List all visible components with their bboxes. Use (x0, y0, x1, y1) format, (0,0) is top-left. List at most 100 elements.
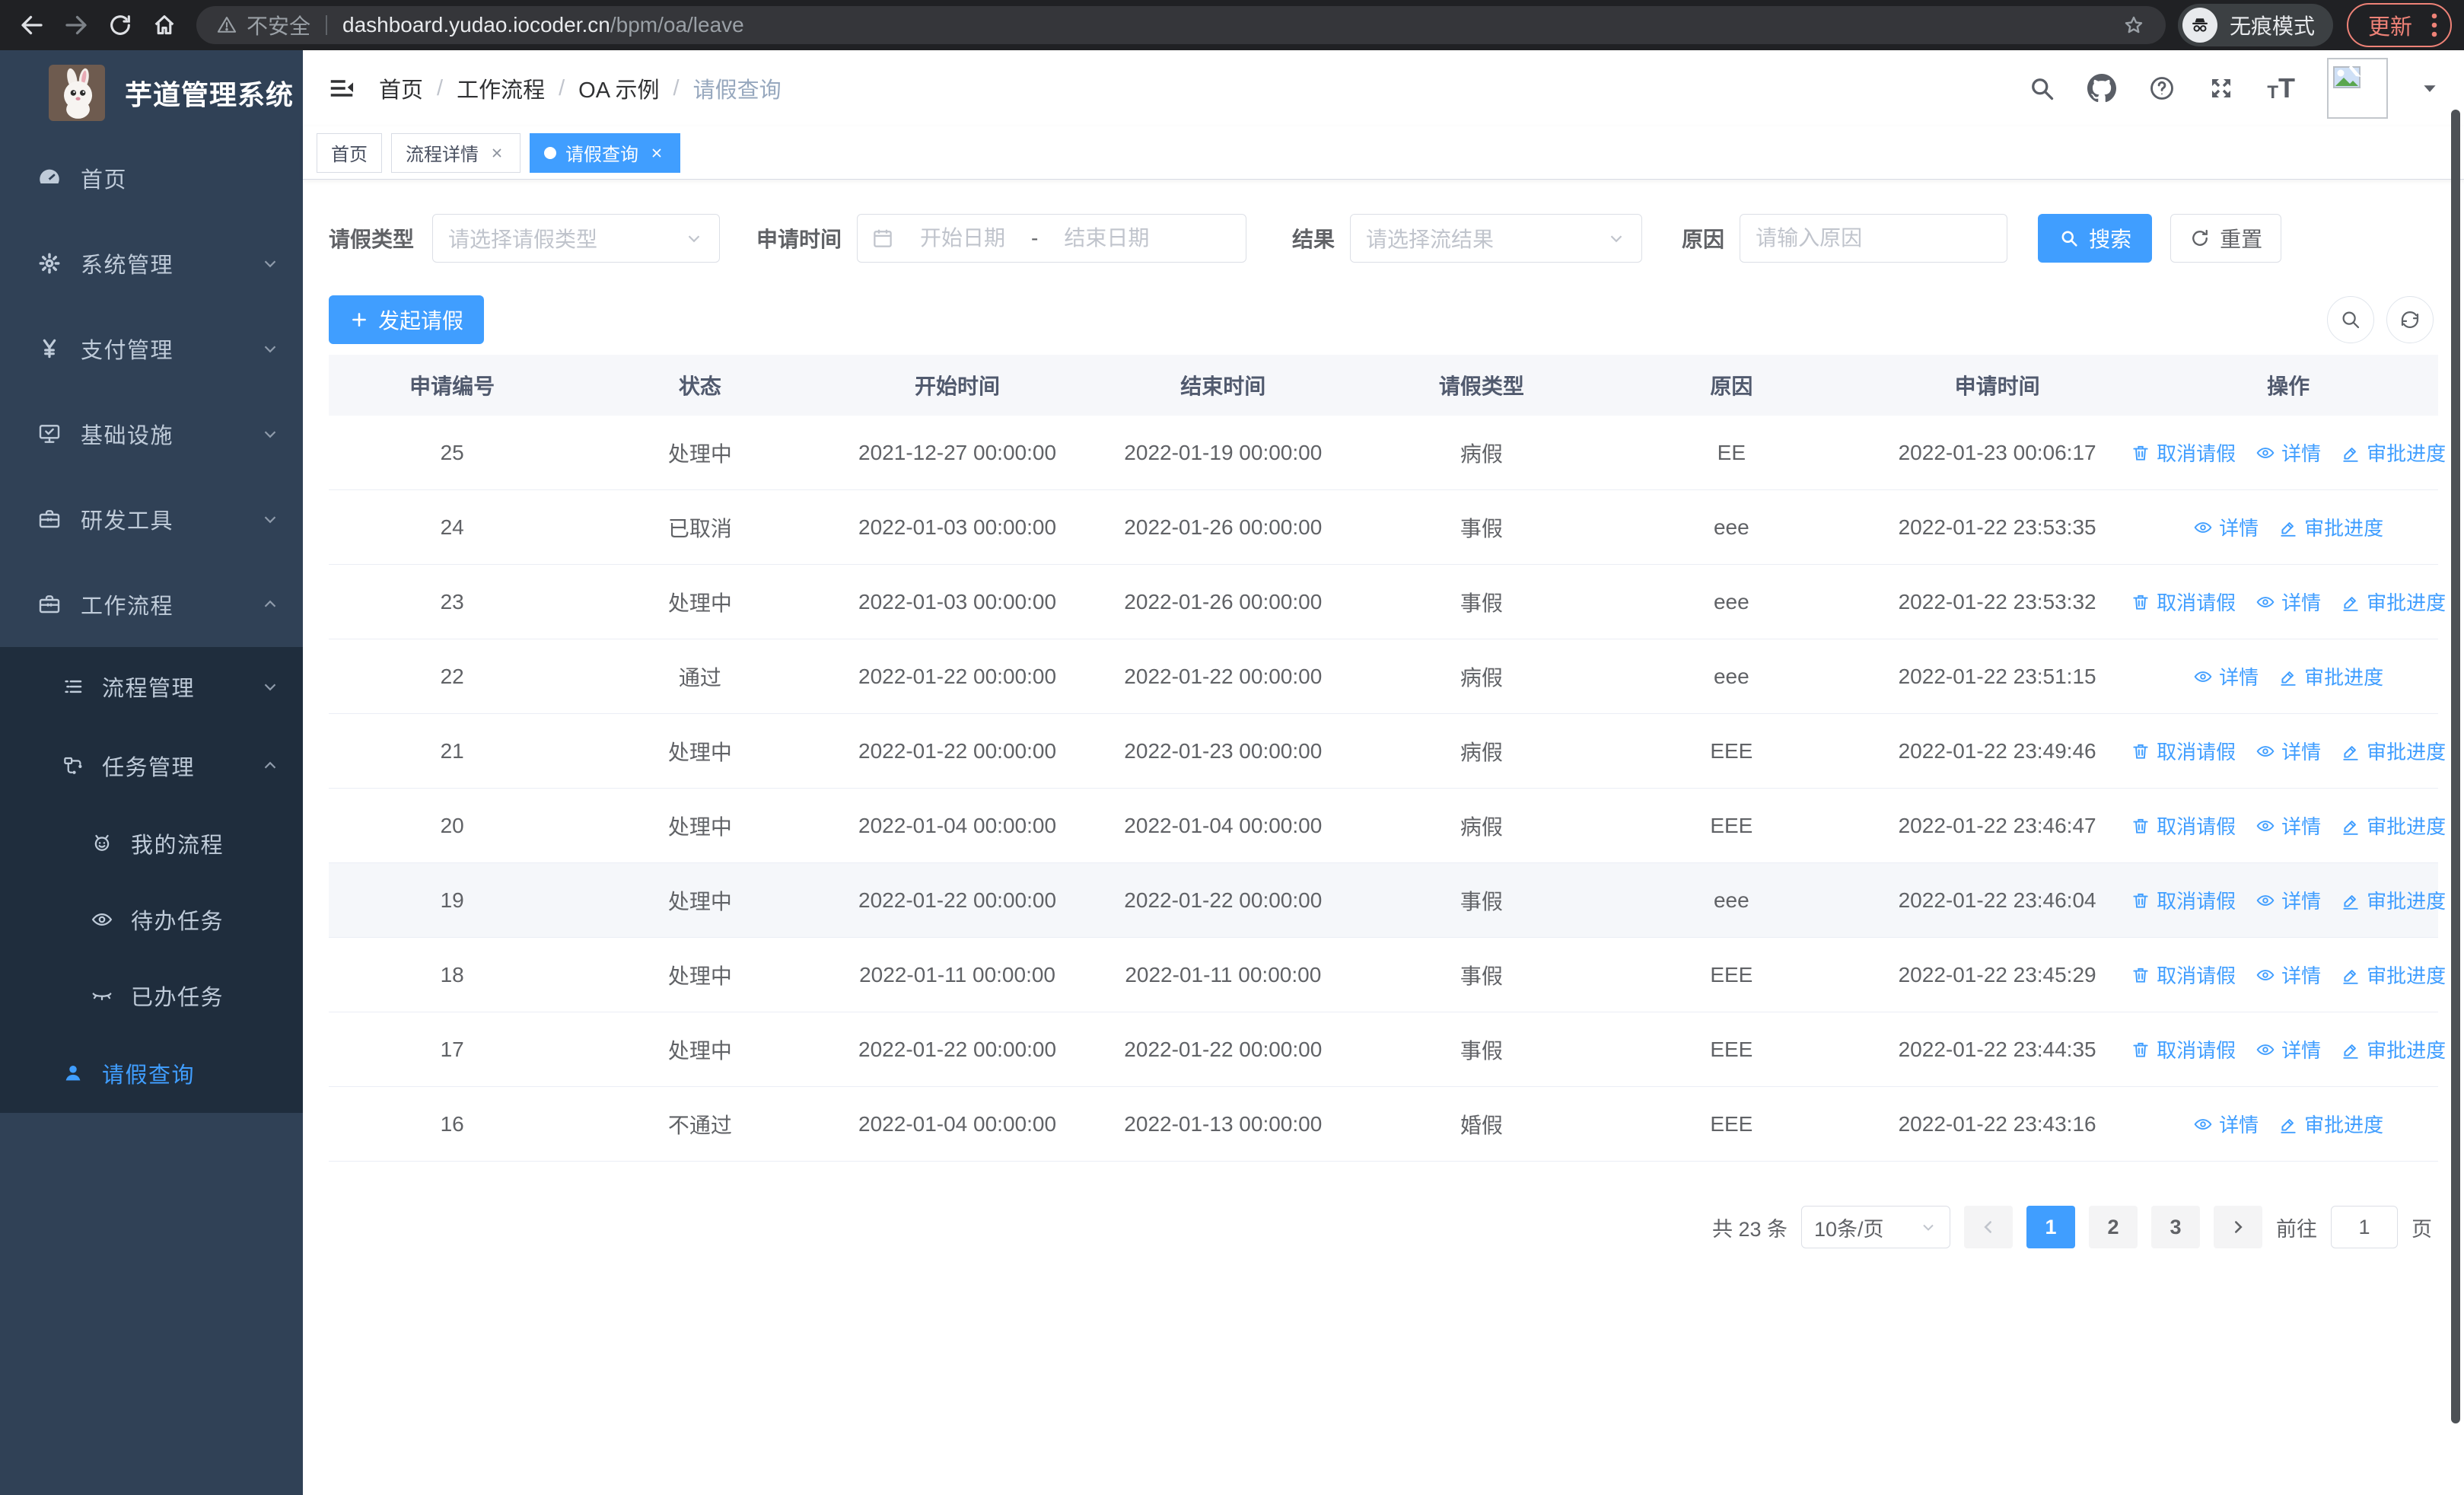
action-cancel[interactable]: 取消请假 (2131, 737, 2236, 765)
search-icon[interactable] (2028, 75, 2055, 102)
action-progress[interactable]: 审批进度 (2341, 811, 2446, 840)
bookmark-star-icon[interactable] (2122, 13, 2146, 37)
table-row[interactable]: 16 不通过 2022-01-04 00:00:00 2022-01-13 00… (329, 1087, 2438, 1162)
action-progress[interactable]: 审批进度 (2341, 588, 2446, 616)
github-icon[interactable] (2087, 74, 2117, 103)
close-icon[interactable] (488, 144, 506, 162)
search-button[interactable]: 搜索 (2038, 214, 2153, 263)
font-size-icon[interactable]: TT (2267, 75, 2295, 102)
sidebar-item-payment[interactable]: 支付管理 (0, 306, 303, 391)
page-button-3[interactable]: 3 (2151, 1206, 2200, 1248)
action-detail[interactable]: 详情 (2255, 1035, 2321, 1063)
page-button-1[interactable]: 1 (2026, 1206, 2075, 1248)
action-detail[interactable]: 详情 (2255, 438, 2321, 467)
table-row[interactable]: 20 处理中 2022-01-04 00:00:00 2022-01-04 00… (329, 789, 2446, 863)
action-cancel[interactable]: 取消请假 (2131, 438, 2236, 467)
table-row[interactable]: 18 处理中 2022-01-11 00:00:00 2022-01-11 00… (329, 938, 2446, 1012)
select-placeholder: 请选择请假类型 (448, 228, 598, 251)
action-detail[interactable]: 详情 (2193, 513, 2259, 541)
action-progress[interactable]: 审批进度 (2341, 1035, 2446, 1063)
result-select[interactable]: 请选择流结果 (1350, 214, 1643, 263)
table-header-row: 申请编号 状态 开始时间 结束时间 请假类型 原因 申请时间 操作 (329, 355, 2438, 416)
close-icon[interactable] (648, 144, 666, 162)
action-cancel[interactable]: 取消请假 (2131, 961, 2236, 989)
sidebar-item-task-mgmt[interactable]: 任务管理 (0, 726, 303, 805)
page-button-2[interactable]: 2 (2089, 1206, 2138, 1248)
scrollbar-thumb[interactable] (2451, 110, 2460, 1423)
action-progress[interactable]: 审批进度 (2341, 961, 2446, 989)
sidebar-item-todo-tasks[interactable]: 待办任务 (0, 881, 303, 958)
sidebar-item-devtools[interactable]: 研发工具 (0, 477, 303, 562)
tag-home[interactable]: 首页 (317, 132, 382, 173)
action-detail[interactable]: 详情 (2193, 662, 2259, 690)
address-bar[interactable]: 不安全 dashboard.yudao.iocoder.cn/bpm/oa/le… (196, 6, 2166, 44)
sidebar-item-leave-query[interactable]: 请假查询 (0, 1034, 303, 1113)
caret-down-icon[interactable] (2420, 78, 2440, 98)
action-progress[interactable]: 审批进度 (2278, 1110, 2383, 1138)
update-chip[interactable]: 更新 (2346, 3, 2452, 47)
action-cancel[interactable]: 取消请假 (2131, 588, 2236, 616)
table-row[interactable]: 19 处理中 2022-01-22 00:00:00 2022-01-22 00… (329, 863, 2446, 938)
table-row[interactable]: 17 处理中 2022-01-22 00:00:00 2022-01-22 00… (329, 1012, 2446, 1087)
forward-icon[interactable] (56, 5, 96, 45)
tag-leave-query[interactable]: 请假查询 (530, 132, 680, 173)
action-cancel[interactable]: 取消请假 (2131, 1035, 2236, 1063)
home-icon[interactable] (145, 5, 184, 45)
sidebar-item-workflow[interactable]: 工作流程 (0, 562, 303, 647)
action-detail[interactable]: 详情 (2255, 588, 2321, 616)
search-toggle-icon[interactable] (2327, 296, 2374, 343)
back-icon[interactable] (12, 5, 52, 45)
reason-input[interactable] (1740, 214, 2008, 263)
action-progress[interactable]: 审批进度 (2341, 438, 2446, 467)
action-progress[interactable]: 审批进度 (2341, 886, 2446, 914)
action-progress[interactable]: 审批进度 (2341, 737, 2446, 765)
reset-button[interactable]: 重置 (2170, 214, 2282, 263)
action-detail[interactable]: 详情 (2255, 886, 2321, 914)
reload-icon[interactable] (100, 5, 140, 45)
start-date-input[interactable] (902, 226, 1024, 250)
sidebar-item-home[interactable]: 首页 (0, 135, 303, 221)
action-detail[interactable]: 详情 (2255, 811, 2321, 840)
sidebar-item-done-tasks[interactable]: 已办任务 (0, 958, 303, 1034)
refresh-table-icon[interactable] (2386, 296, 2434, 343)
action-cancel[interactable]: 取消请假 (2131, 886, 2236, 914)
app-logo[interactable]: 芋道管理系统 (0, 50, 303, 135)
action-progress[interactable]: 审批进度 (2278, 513, 2383, 541)
update-label[interactable]: 更新 (2368, 9, 2412, 41)
end-date-input[interactable] (1046, 226, 1168, 250)
apply-time-range-picker[interactable]: - (857, 214, 1247, 263)
sidebar-item-process-mgmt[interactable]: 流程管理 (0, 647, 303, 726)
help-icon[interactable] (2148, 75, 2176, 102)
action-detail[interactable]: 详情 (2255, 961, 2321, 989)
sidebar-item-label: 工作流程 (81, 594, 174, 619)
prev-page-button[interactable] (1964, 1206, 2013, 1248)
hamburger-icon[interactable] (327, 74, 356, 103)
breadcrumb-workflow[interactable]: 工作流程 (457, 72, 545, 104)
table-row[interactable]: 24 已取消 2022-01-03 00:00:00 2022-01-26 00… (329, 490, 2438, 565)
table-row[interactable]: 21 处理中 2022-01-22 00:00:00 2022-01-23 00… (329, 714, 2446, 789)
page-size-select[interactable]: 10条/页 (1801, 1206, 1950, 1248)
table-row[interactable]: 22 通过 2022-01-22 00:00:00 2022-01-22 00:… (329, 639, 2438, 714)
create-leave-button[interactable]: 发起请假 (329, 295, 485, 344)
action-cancel[interactable]: 取消请假 (2131, 811, 2236, 840)
goto-page-input[interactable] (2331, 1206, 2398, 1248)
chevron-down-icon (688, 235, 700, 243)
table-row[interactable]: 23 处理中 2022-01-03 00:00:00 2022-01-26 00… (329, 565, 2446, 639)
security-indicator[interactable]: 不安全 (216, 10, 310, 40)
next-page-button[interactable] (2214, 1206, 2262, 1248)
action-progress[interactable]: 审批进度 (2278, 662, 2383, 690)
leave-type-select[interactable]: 请选择请假类型 (432, 214, 721, 263)
cell-start-time: 2022-01-03 00:00:00 (858, 515, 1057, 539)
kebab-menu-icon[interactable] (2431, 11, 2438, 39)
sidebar-item-system[interactable]: 系统管理 (0, 221, 303, 306)
tag-process-detail[interactable]: 流程详情 (391, 132, 520, 173)
avatar[interactable] (2327, 58, 2388, 119)
table-row[interactable]: 25 处理中 2021-12-27 00:00:00 2022-01-19 00… (329, 416, 2446, 490)
sidebar-item-my-processes[interactable]: 我的流程 (0, 805, 303, 881)
fullscreen-icon[interactable] (2208, 75, 2235, 102)
breadcrumb-oa-example[interactable]: OA 示例 (578, 72, 659, 104)
breadcrumb-home[interactable]: 首页 (379, 72, 423, 104)
sidebar-item-infrastructure[interactable]: 基础设施 (0, 391, 303, 477)
action-detail[interactable]: 详情 (2255, 737, 2321, 765)
action-detail[interactable]: 详情 (2193, 1110, 2259, 1138)
